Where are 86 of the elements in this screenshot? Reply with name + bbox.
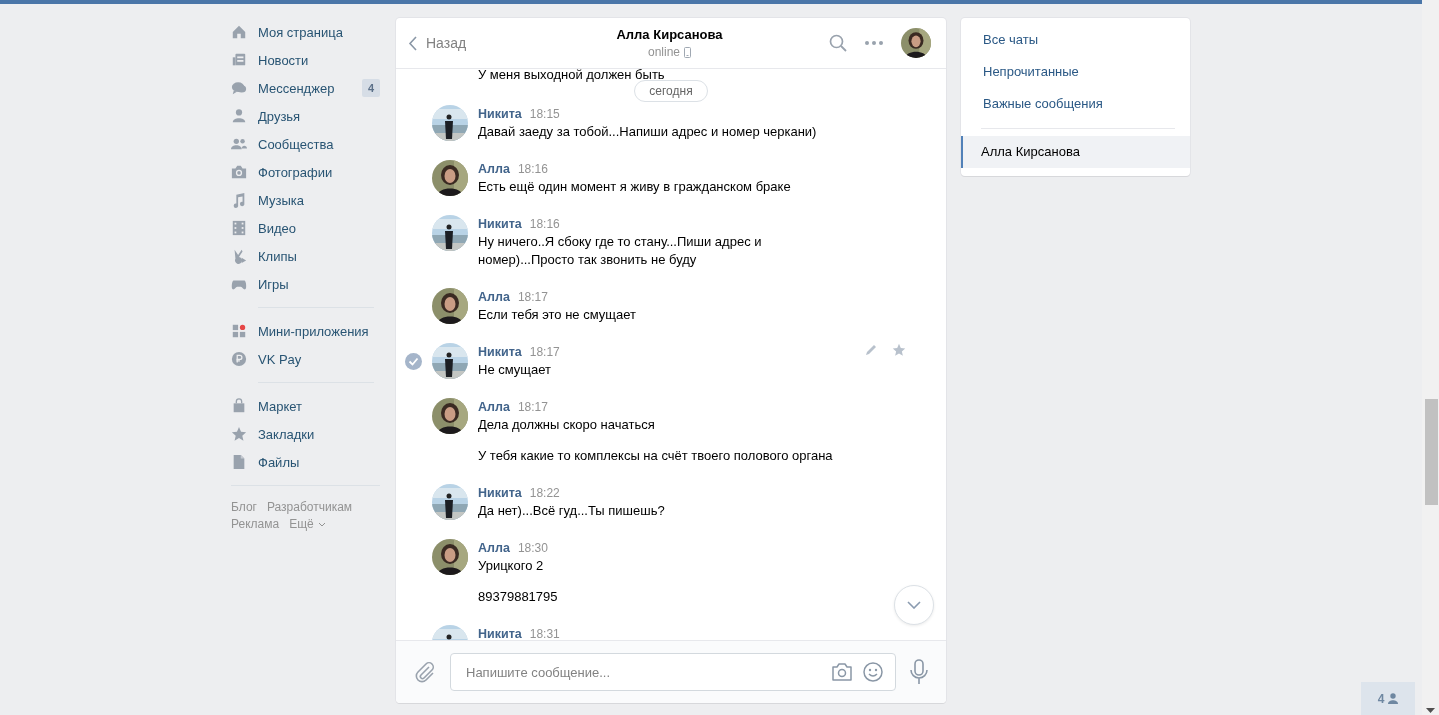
search-icon[interactable] (829, 34, 847, 52)
author-name[interactable]: Алла (478, 539, 510, 557)
scroll-down-arrow-icon[interactable] (1426, 708, 1435, 713)
author-name[interactable]: Никита (478, 625, 522, 640)
scroll-down-button[interactable] (894, 585, 934, 625)
nav-icon (231, 454, 247, 470)
person-icon (1388, 693, 1399, 704)
author-name[interactable]: Никита (478, 484, 522, 502)
nav-item[interactable]: Друзья (231, 102, 380, 130)
folder-item[interactable]: Алла Кирсанова (961, 136, 1190, 168)
nav-item[interactable]: Моя страница (231, 18, 380, 46)
nav-item[interactable]: Игры (231, 270, 380, 298)
nav-icon (231, 220, 247, 236)
message-time: 18:17 (517, 289, 548, 306)
message-time: 18:31 (529, 626, 560, 640)
count-badge: 4 (361, 79, 380, 97)
folder-item[interactable]: Важные сообщения (961, 88, 1190, 120)
message-time: 18:30 (517, 540, 548, 557)
message-text: У меня выходной должен быть (477, 69, 666, 82)
message-time: 18:22 (529, 485, 560, 502)
back-button[interactable]: Назад (408, 35, 558, 51)
message-text: Не смущает (478, 361, 551, 379)
message-text: Если тебя это не смущает (478, 306, 636, 324)
message-time: 18:15 (529, 106, 560, 123)
scrollbar[interactable] (1422, 0, 1439, 715)
nav-item[interactable]: Закладки (231, 420, 380, 448)
caret-icon (317, 521, 326, 527)
nav-icon (231, 80, 247, 96)
paperclip-icon[interactable] (414, 661, 436, 683)
nav-icon (231, 426, 247, 442)
message-text: У тебя какие то комплексы на счёт твоего полового органа (478, 447, 833, 465)
nav-icon (231, 164, 247, 180)
nav-icon (231, 351, 247, 367)
nav-icon (231, 52, 247, 68)
nav-item[interactable]: Маркет (231, 392, 380, 420)
nav-icon (231, 398, 247, 414)
author-name[interactable]: Никита (478, 105, 522, 123)
scrollbar-thumb[interactable] (1425, 399, 1438, 505)
nav-icon (231, 192, 247, 208)
more-icon[interactable] (865, 41, 883, 45)
author-name[interactable]: Никита (478, 215, 522, 233)
author-name[interactable]: Алла (478, 160, 510, 178)
smile-icon[interactable] (863, 662, 883, 682)
phone-icon (684, 46, 691, 58)
nav-item[interactable]: VK Pay (231, 345, 380, 373)
folder-item[interactable]: Непрочитанные (961, 56, 1190, 88)
message-text: Давай заеду за тобой...Напиши адрес и номер черкани) (478, 123, 817, 141)
star-icon[interactable] (892, 343, 906, 357)
folder-item[interactable]: Все чаты (961, 24, 1190, 56)
check-icon[interactable] (405, 353, 422, 370)
message-text: 89379881795 (478, 588, 558, 606)
nav-item[interactable]: Мессенджер 4 (231, 74, 380, 102)
message-text: Есть ещё один момент я живу в гражданском браке (478, 178, 791, 196)
message-time: 18:17 (517, 399, 548, 416)
nav-item[interactable]: Новости (231, 46, 380, 74)
message-time: 18:16 (517, 161, 548, 178)
nav-item[interactable]: Файлы (231, 448, 380, 476)
author-name[interactable]: Никита (478, 343, 522, 361)
chevron-left-icon (408, 35, 417, 51)
nav-item[interactable]: Фотографии (231, 158, 380, 186)
nav-icon (231, 136, 247, 152)
nav-icon (231, 323, 247, 339)
author-name[interactable]: Алла (478, 398, 510, 416)
date-divider: сегодня (634, 80, 708, 102)
nav-icon (231, 24, 247, 40)
nav-icon (231, 108, 247, 124)
nav-item[interactable]: Видео (231, 214, 380, 242)
message-text: Дела должны скоро начаться (478, 416, 655, 434)
edit-icon[interactable] (864, 343, 878, 357)
message-input[interactable]: Напишите сообщение... (464, 663, 821, 681)
nav-item[interactable]: Клипы (231, 242, 380, 270)
camera-icon[interactable] (831, 663, 853, 681)
message-text: Ну ничего..Я сбоку где то стану...Пиши адрес и номер)...Просто так звонить не буду (478, 233, 763, 269)
online-status: online (648, 45, 680, 59)
message-field[interactable]: Напишите сообщение... (450, 653, 896, 691)
message-text: Урицкого 2 (478, 557, 544, 575)
message-text: Да нет)...Всё гуд...Ты пишешь? (478, 502, 665, 520)
chevron-down-icon (907, 601, 921, 609)
message-time: 18:16 (529, 216, 560, 233)
nav-item[interactable]: Сообщества (231, 130, 380, 158)
microphone-icon[interactable] (910, 659, 928, 685)
nav-item[interactable]: Музыка (231, 186, 380, 214)
nav-item[interactable]: Мини-приложения (231, 317, 380, 345)
author-name[interactable]: Алла (478, 288, 510, 306)
message-time: 18:17 (529, 344, 560, 361)
chat-title[interactable]: Алла Кирсанова (616, 27, 723, 42)
